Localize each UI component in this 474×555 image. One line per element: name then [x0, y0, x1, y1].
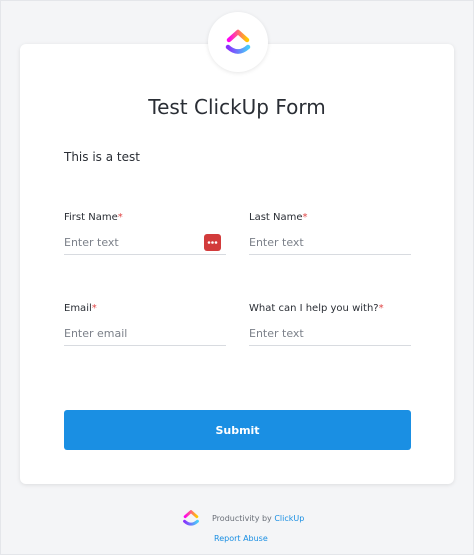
logo-badge	[208, 12, 268, 72]
last-name-placeholder: Enter text	[249, 236, 304, 249]
last-name-label-text: Last Name	[249, 212, 303, 223]
help-label: What can I help you with?*	[249, 303, 384, 314]
email-input[interactable]: Enter email	[64, 322, 226, 346]
help-placeholder: Enter text	[249, 327, 304, 340]
first-name-input[interactable]: Enter text	[64, 231, 226, 255]
form-description: This is a test	[64, 150, 140, 164]
required-mark: *	[91, 303, 97, 314]
clickup-link[interactable]: ClickUp	[274, 514, 304, 523]
email-label-text: Email	[64, 303, 92, 314]
footer-attribution: Productivity by ClickUp	[212, 514, 304, 523]
email-placeholder: Enter email	[64, 327, 128, 340]
password-manager-icon[interactable]	[204, 234, 221, 251]
clickup-logo-icon	[225, 29, 251, 54]
clickup-footer-logo-icon	[183, 510, 199, 526]
submit-button[interactable]: Submit	[64, 410, 411, 450]
help-label-text: What can I help you with?	[249, 303, 379, 314]
form-title: Test ClickUp Form	[148, 95, 326, 119]
first-name-label-text: First Name	[64, 212, 118, 223]
last-name-label: Last Name*	[249, 212, 308, 223]
first-name-placeholder: Enter text	[64, 236, 119, 249]
footer-prefix: Productivity by	[212, 514, 272, 523]
required-mark: *	[378, 303, 384, 314]
first-name-label: First Name*	[64, 212, 123, 223]
dots-icon	[207, 241, 218, 244]
last-name-input[interactable]: Enter text	[249, 231, 411, 255]
required-mark: *	[117, 212, 123, 223]
required-mark: *	[302, 212, 308, 223]
report-abuse-link[interactable]: Report Abuse	[214, 534, 268, 543]
email-label: Email*	[64, 303, 97, 314]
help-input[interactable]: Enter text	[249, 322, 411, 346]
